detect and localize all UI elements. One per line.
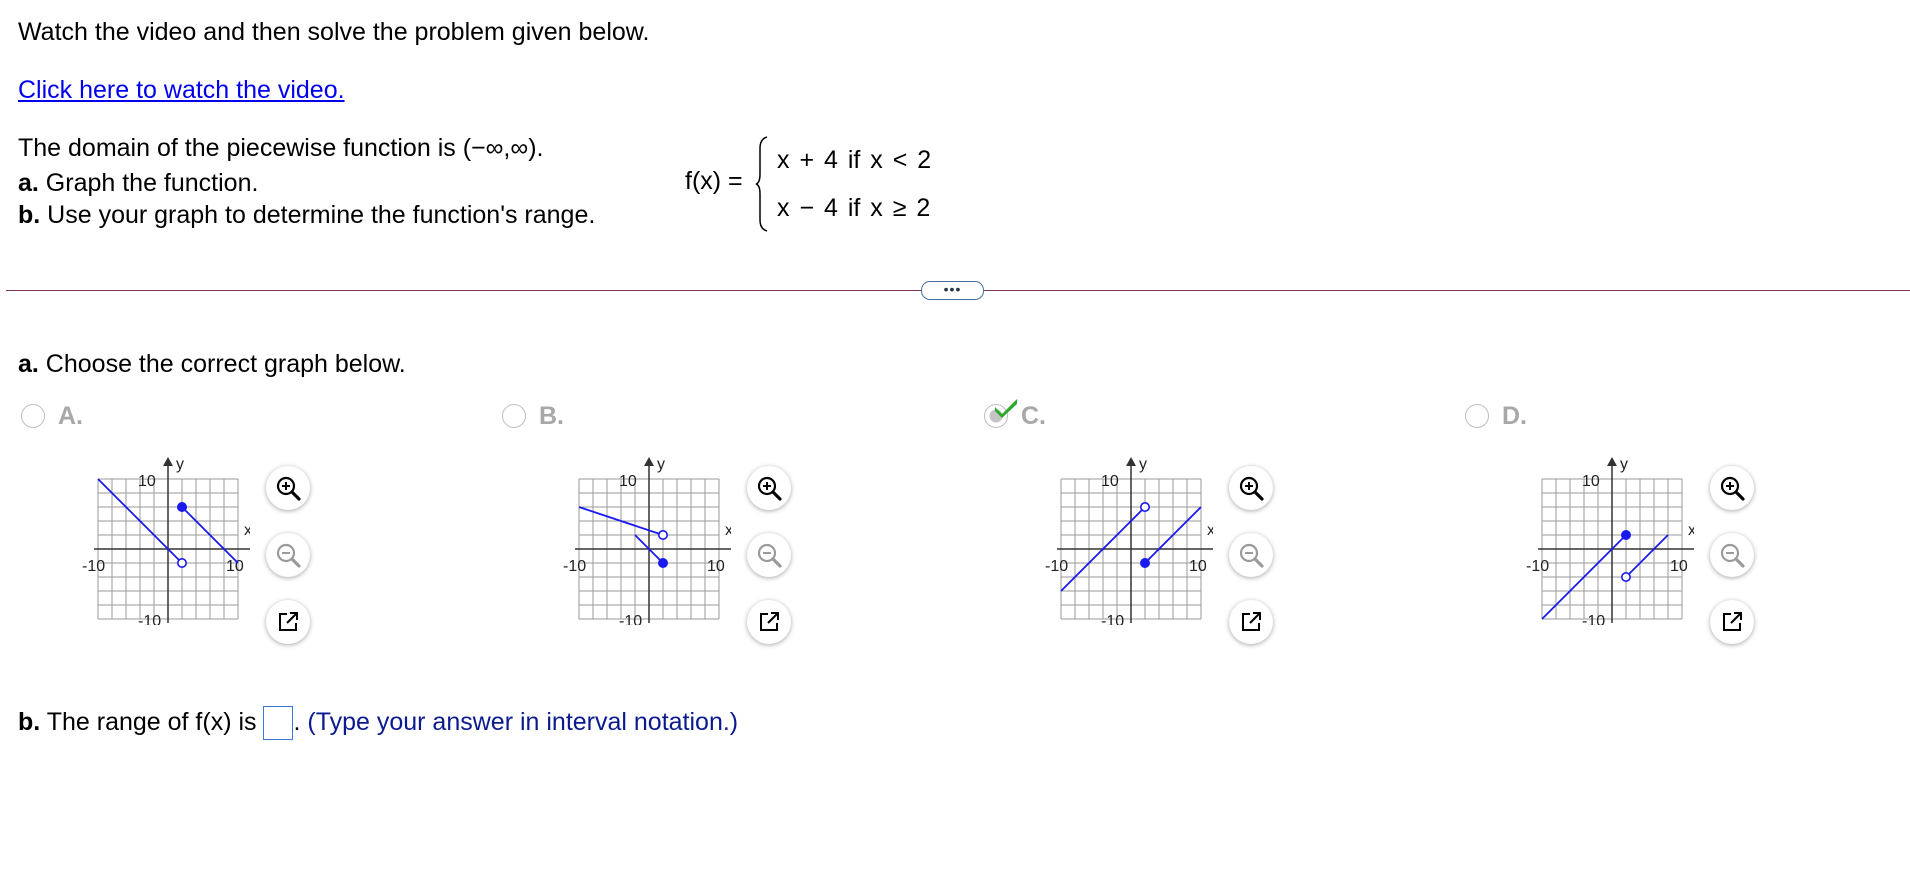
y-min-tick-label: -10 <box>138 613 161 625</box>
open-new-window-button[interactable] <box>1229 600 1273 644</box>
zoom-out-button[interactable] <box>1710 533 1754 577</box>
option-letter: D. <box>1502 402 1527 430</box>
expand-button[interactable]: ••• <box>921 281 984 300</box>
problem-domain-text: The domain of the piecewise function is … <box>18 134 544 162</box>
option-radio[interactable] <box>502 404 526 428</box>
open-new-window-button[interactable] <box>266 600 310 644</box>
option-radio[interactable] <box>1465 404 1489 428</box>
zoom-out-icon <box>276 543 301 568</box>
zoom-out-icon <box>757 543 782 568</box>
option-graph: x y 10 -10 10 -10 <box>1045 456 1213 625</box>
zoom-in-button[interactable] <box>266 466 310 510</box>
closed-endpoint <box>1621 530 1632 541</box>
open-new-window-icon <box>1242 612 1261 631</box>
part-a-label: a. <box>18 169 39 197</box>
open-new-window-icon <box>279 612 298 631</box>
zoom-out-icon <box>1720 543 1745 568</box>
x-max-tick-label: 10 <box>707 558 725 575</box>
x-min-tick-label: -10 <box>563 558 586 575</box>
y-axis-label: y <box>1620 456 1628 473</box>
y-axis-arrow <box>1126 457 1136 466</box>
open-endpoint <box>1140 501 1151 512</box>
function-piece-2: x − 4 if x ≥ 2 <box>777 194 931 222</box>
option-letter: C. <box>1021 402 1046 430</box>
graph-segment <box>1625 534 1669 578</box>
zoom-in-button[interactable] <box>1710 466 1754 510</box>
option-letter: B. <box>539 402 564 430</box>
open-new-window-icon <box>760 612 779 631</box>
open-new-window-button[interactable] <box>1710 600 1754 644</box>
x-axis-label: x <box>725 522 731 539</box>
open-endpoint <box>658 530 669 541</box>
watch-video-link[interactable]: Click here to watch the video. <box>18 74 345 106</box>
part-b-prompt: b. The range of f(x) is . (Type your ans… <box>18 706 739 741</box>
problem-part-a-text: a. Graph the function. <box>18 167 258 199</box>
open-endpoint <box>1621 572 1632 583</box>
zoom-in-button[interactable] <box>1229 466 1273 510</box>
x-axis-label: x <box>1207 522 1213 539</box>
part-a-prompt-label: a. <box>18 350 39 378</box>
option-radio[interactable] <box>21 404 45 428</box>
y-max-tick-label: 10 <box>619 473 637 490</box>
part-b-instruction: Use your graph to determine the function… <box>40 201 596 229</box>
closed-endpoint <box>1140 558 1151 569</box>
correct-check-icon <box>995 399 1017 418</box>
option-letter: A. <box>58 402 83 430</box>
part-b-label: b. <box>18 201 41 229</box>
y-min-tick-label: -10 <box>1582 613 1605 625</box>
y-axis-label: y <box>1139 456 1147 473</box>
intro-text: Watch the video and then solve the probl… <box>18 18 650 46</box>
open-new-window-icon <box>1723 612 1742 631</box>
x-min-tick-label: -10 <box>82 558 105 575</box>
x-axis-label: x <box>1688 522 1694 539</box>
y-axis-arrow <box>644 457 654 466</box>
zoom-out-button[interactable] <box>747 533 791 577</box>
y-max-tick-label: 10 <box>1582 473 1600 490</box>
y-min-tick-label: -10 <box>1101 613 1124 625</box>
zoom-out-button[interactable] <box>1229 533 1273 577</box>
left-brace <box>755 136 768 232</box>
closed-endpoint <box>177 501 188 512</box>
y-max-tick-label: 10 <box>138 473 156 490</box>
zoom-out-icon <box>1239 543 1264 568</box>
part-a-prompt: a. Choose the correct graph below. <box>18 348 406 380</box>
zoom-in-icon <box>1239 476 1264 501</box>
option-graph: xy10-10 10-10 <box>82 456 250 625</box>
part-b-prompt-label: b. <box>18 708 41 736</box>
y-min-tick-label: -10 <box>619 613 642 625</box>
zoom-in-button[interactable] <box>747 466 791 510</box>
x-min-tick-label: -10 <box>1045 558 1068 575</box>
y-max-tick-label: 10 <box>1101 473 1119 490</box>
zoom-out-button[interactable] <box>266 533 310 577</box>
x-min-tick-label: -10 <box>1526 558 1549 575</box>
part-b-hint: (Type your answer in interval notation.) <box>307 708 739 736</box>
y-axis-label: y <box>176 456 184 473</box>
zoom-in-icon <box>1720 476 1745 501</box>
open-new-window-button[interactable] <box>747 600 791 644</box>
x-max-tick-label: 10 <box>1670 558 1688 575</box>
zoom-in-icon <box>757 476 782 501</box>
option-graph: x y 10 -10 10 -10 <box>1526 456 1694 625</box>
y-axis-arrow <box>163 457 173 466</box>
open-endpoint <box>177 558 188 569</box>
closed-endpoint <box>658 558 669 569</box>
x-axis-label: x <box>244 522 250 539</box>
x-max-tick-label: 10 <box>1189 558 1207 575</box>
part-a-prompt-text: Choose the correct graph below. <box>38 350 406 378</box>
function-piece-1: x + 4 if x < 2 <box>777 146 932 174</box>
range-answer-input[interactable] <box>263 706 294 741</box>
part-b-period: . <box>293 708 308 736</box>
part-a-instruction: Graph the function. <box>38 169 259 197</box>
function-lhs: f(x) = <box>685 167 743 195</box>
y-axis-label: y <box>657 456 665 473</box>
part-b-prompt-text: The range of f(x) is <box>40 708 264 736</box>
y-axis-arrow <box>1607 457 1617 466</box>
problem-part-b-text: b. Use your graph to determine the funct… <box>18 199 595 231</box>
option-graph: x y 10 -10 10 -10 <box>563 456 731 625</box>
zoom-in-icon <box>276 476 301 501</box>
